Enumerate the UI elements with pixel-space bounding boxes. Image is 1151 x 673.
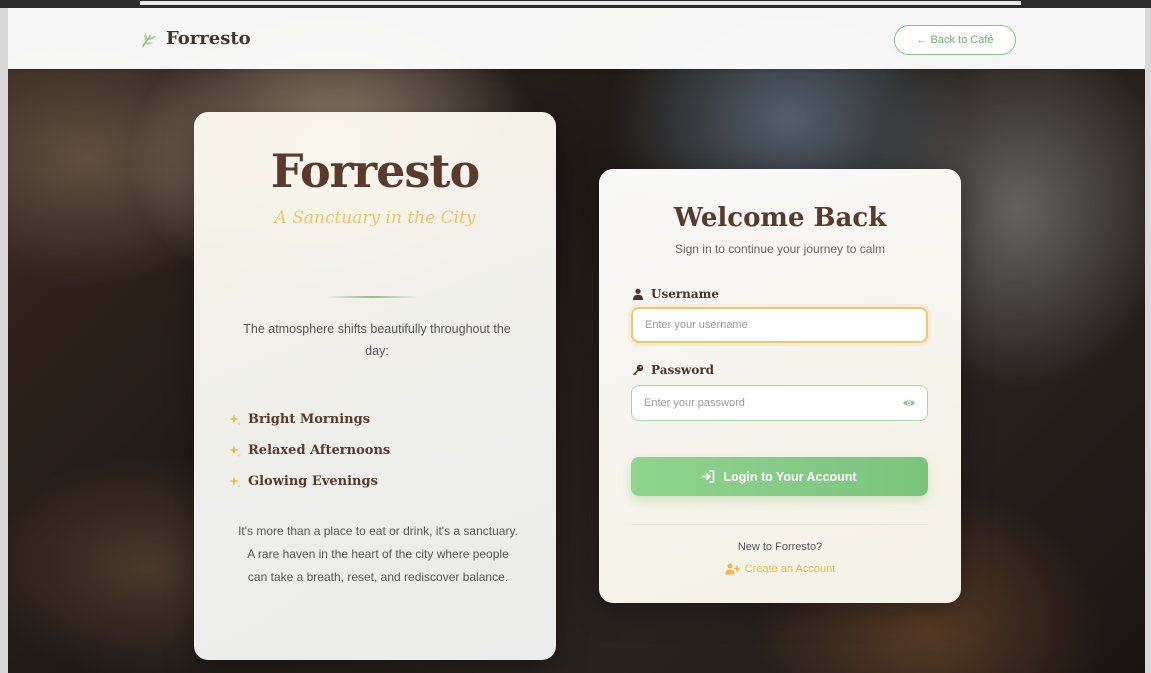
username-label: Username: [632, 287, 719, 301]
username-label-text: Username: [651, 287, 720, 301]
new-user-prompt: New to Forresto?: [737, 541, 823, 553]
user-icon: [633, 288, 643, 300]
window-top-bar: [0, 0, 1151, 8]
brand-name: Forresto: [166, 28, 251, 49]
feature-item: Relaxed Afternoons: [228, 435, 390, 466]
info-tagline: A Sanctuary in the City: [274, 208, 476, 228]
login-button[interactable]: Login to Your Account: [631, 457, 928, 496]
login-icon: [702, 470, 715, 483]
eye-icon[interactable]: [902, 396, 916, 410]
login-subtitle: Sign in to continue your journey to calm: [674, 242, 886, 256]
key-icon: [633, 364, 644, 376]
info-description: The atmosphere shifts beautifully throug…: [243, 322, 511, 358]
info-card: Forresto A Sanctuary in the City The atm…: [194, 112, 556, 660]
brand-logo[interactable]: Forresto: [140, 28, 251, 49]
username-field-wrap: [631, 307, 928, 343]
create-account-link[interactable]: Create an Account: [599, 563, 961, 575]
sparkle-icon: [229, 444, 241, 457]
sparkle-icon: [229, 413, 241, 426]
sparkle-icon: [229, 475, 241, 488]
feature-label: Glowing Evenings: [248, 474, 378, 489]
info-closing-text: It's more than a place to eat or drink, …: [238, 524, 518, 584]
info-divider: [326, 296, 418, 298]
login-title: Welcome Back: [673, 203, 887, 233]
password-label-text: Password: [651, 363, 715, 377]
feature-item: Bright Mornings: [228, 404, 390, 435]
password-label: Password: [632, 363, 714, 377]
login-divider: [631, 524, 928, 525]
feature-item: Glowing Evenings: [228, 466, 390, 497]
top-navbar: Forresto ← Back to Café: [8, 8, 1145, 69]
window-right-edge: [1145, 8, 1151, 673]
create-account-label: Create an Account: [744, 563, 836, 575]
address-strip: [140, 1, 1021, 5]
feature-label: Bright Mornings: [248, 412, 371, 427]
login-button-label: Login to Your Account: [723, 469, 857, 484]
user-plus-icon: [725, 563, 740, 575]
login-card: Welcome Back Sign in to continue your jo…: [599, 169, 961, 603]
leaf-icon: [142, 32, 156, 47]
info-title: Forresto: [270, 144, 480, 198]
password-field-wrap: [631, 385, 928, 421]
password-input[interactable]: [631, 385, 928, 421]
username-input[interactable]: [631, 307, 928, 343]
page-background: Forresto ← Back to Café Forresto A Sanct…: [8, 8, 1145, 673]
back-to-cafe-button[interactable]: ← Back to Café: [894, 25, 1016, 55]
window-left-edge: [0, 8, 8, 673]
feature-label: Relaxed Afternoons: [248, 443, 391, 458]
feature-list: Bright Mornings Relaxed Afternoons Glowi…: [228, 404, 390, 497]
